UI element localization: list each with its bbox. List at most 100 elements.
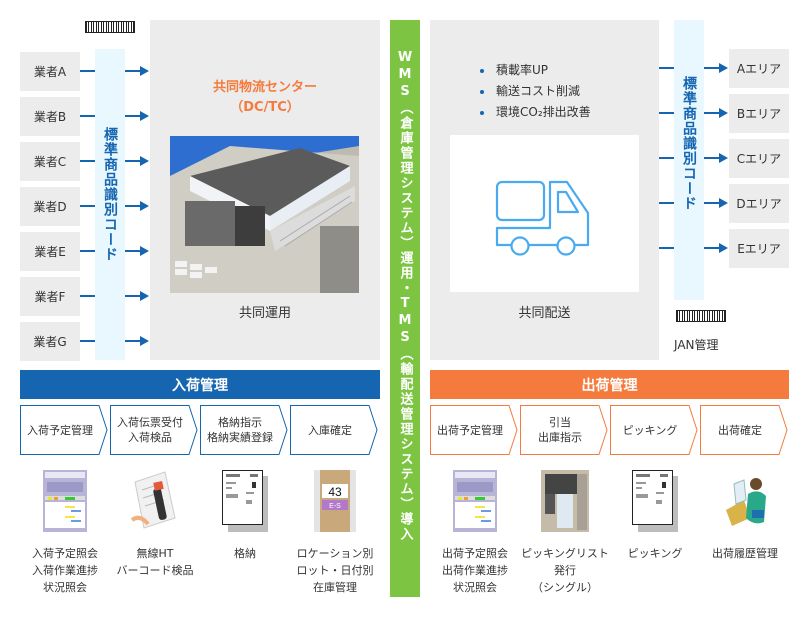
wms-tms-label: WMS（倉庫管理システム）運用・TMS（輸配送管理システム）導入 [397,50,413,542]
arrow-right-icon [140,66,149,76]
item-caption: 格納 [234,547,256,560]
svg-text:E-S: E-S [329,503,341,510]
outbound-step: ピッキング [610,405,698,455]
connector-line [80,115,95,117]
area-box: Aエリア [729,49,789,88]
vendor-box: 業者G [20,322,80,361]
connector-line [80,340,95,342]
connector-line [125,250,141,252]
wms-tms-band: WMS（倉庫管理システム）運用・TMS（輸配送管理システム）導入 [390,20,420,597]
bullet-icon [480,68,484,73]
connector-line [125,205,141,207]
svg-text:43: 43 [328,485,342,499]
code-band-label: 標準商品識別コード [102,127,118,262]
connector-line [125,295,141,297]
benefit-text: 輸送コスト削減 [496,84,581,98]
area-label: Dエリア [736,197,782,211]
connector-line [80,250,95,252]
vendor-label: 業者C [33,155,67,169]
area-box: Bエリア [729,94,789,133]
delivery-caption: 共同配送 [518,306,571,321]
standard-product-code-band: 標準商品識別コード [95,49,125,360]
arrow-right-icon [719,198,728,208]
item-caption: ロケーション別 ロット・日付別 在庫管理 [296,547,374,594]
step-label: 入荷伝票受付 入荷検品 [117,416,183,444]
bullet-icon [480,89,484,94]
vendor-box: 業者B [20,97,80,136]
vendor-box: 業者F [20,277,80,316]
item-caption: 出荷予定照会 出荷作業進捗 状況照会 [442,547,508,594]
inbound-step: 入荷予定管理 [20,405,108,455]
vendor-label: 業者G [33,335,67,349]
connector-line [80,70,95,72]
label-printer-icon [540,470,590,532]
barcode-icon [85,21,135,33]
truck-icon [495,180,590,256]
benefit-list: 積載率UP 輸送コスト削減 環境CO₂排出改善 [480,60,591,123]
outbound-step: 引当 出庫指示 [520,405,608,455]
connector-line [80,295,95,297]
area-label: Eエリア [737,242,781,256]
truck-image-box [450,135,639,292]
document-sheet-icon [630,470,680,532]
connector-line [704,112,720,114]
vendor-box: 業者E [20,232,80,271]
arrow-right-icon [140,156,149,166]
vendor-label: 業者B [33,110,67,124]
right-code-band-label: 標準商品識別コード [681,76,697,211]
outbound-step: 出荷予定管理 [430,405,518,455]
step-label: 出荷確定 [718,423,762,437]
arrow-right-icon [140,336,149,346]
step-label: ピッキング [622,423,678,437]
connector-line [659,67,674,69]
distribution-center-panel: 共同物流センター （DC/TC） 共同運用 [150,20,380,360]
step-label: 出荷予定管理 [437,423,503,437]
inbound-title: 入荷管理 [172,377,228,394]
jan-barcode-icon [676,310,726,322]
connector-line [80,160,95,162]
area-box: Eエリア [729,229,789,268]
location-label-icon: 43 E-S [310,470,360,532]
center-caption: 共同運用 [238,306,291,321]
handheld-scanner-icon [130,470,180,532]
area-box: Dエリア [729,184,789,223]
area-label: Aエリア [736,62,782,76]
connector-line [704,202,720,204]
outbound-title: 出荷管理 [581,377,638,394]
arrow-right-icon [140,201,149,211]
inbound-step: 入荷伝票受付 入荷検品 [110,405,198,455]
item-caption: 入荷予定照会 入荷作業進捗 状況照会 [32,547,98,594]
outbound-header: 出荷管理 [430,370,789,399]
connector-line [659,247,674,249]
connector-line [659,202,674,204]
item-caption: 出荷履歴管理 [712,547,778,560]
connector-line [704,157,720,159]
area-label: Cエリア [736,152,782,166]
arrow-right-icon [719,153,728,163]
vendor-box: 業者C [20,142,80,181]
office-worker-icon [720,470,770,532]
vendor-label: 業者E [34,245,66,259]
center-title: 共同物流センター [212,80,317,95]
connector-line [704,67,720,69]
arrow-right-icon [719,243,728,253]
connector-line [125,160,141,162]
step-label: 入荷予定管理 [27,423,93,437]
arrow-right-icon [140,111,149,121]
item-caption: ピッキング [627,547,683,560]
connector-line [659,112,674,114]
area-label: Bエリア [736,107,782,121]
benefit-text: 環境CO₂排出改善 [496,105,591,119]
connector-line [125,115,141,117]
screen-thumbnail-icon [450,470,500,532]
benefit-text: 積載率UP [496,63,549,77]
inbound-header: 入荷管理 [20,370,380,399]
connector-line [125,340,141,342]
inbound-step: 入庫確定 [290,405,378,455]
bullet-icon [480,110,484,115]
vendor-box: 業者A [20,52,80,91]
item-caption: ピッキングリスト 発行 （シングル） [521,547,609,594]
vendor-box: 業者D [20,187,80,226]
arrow-right-icon [719,108,728,118]
center-subtitle: （DC/TC） [230,100,300,115]
